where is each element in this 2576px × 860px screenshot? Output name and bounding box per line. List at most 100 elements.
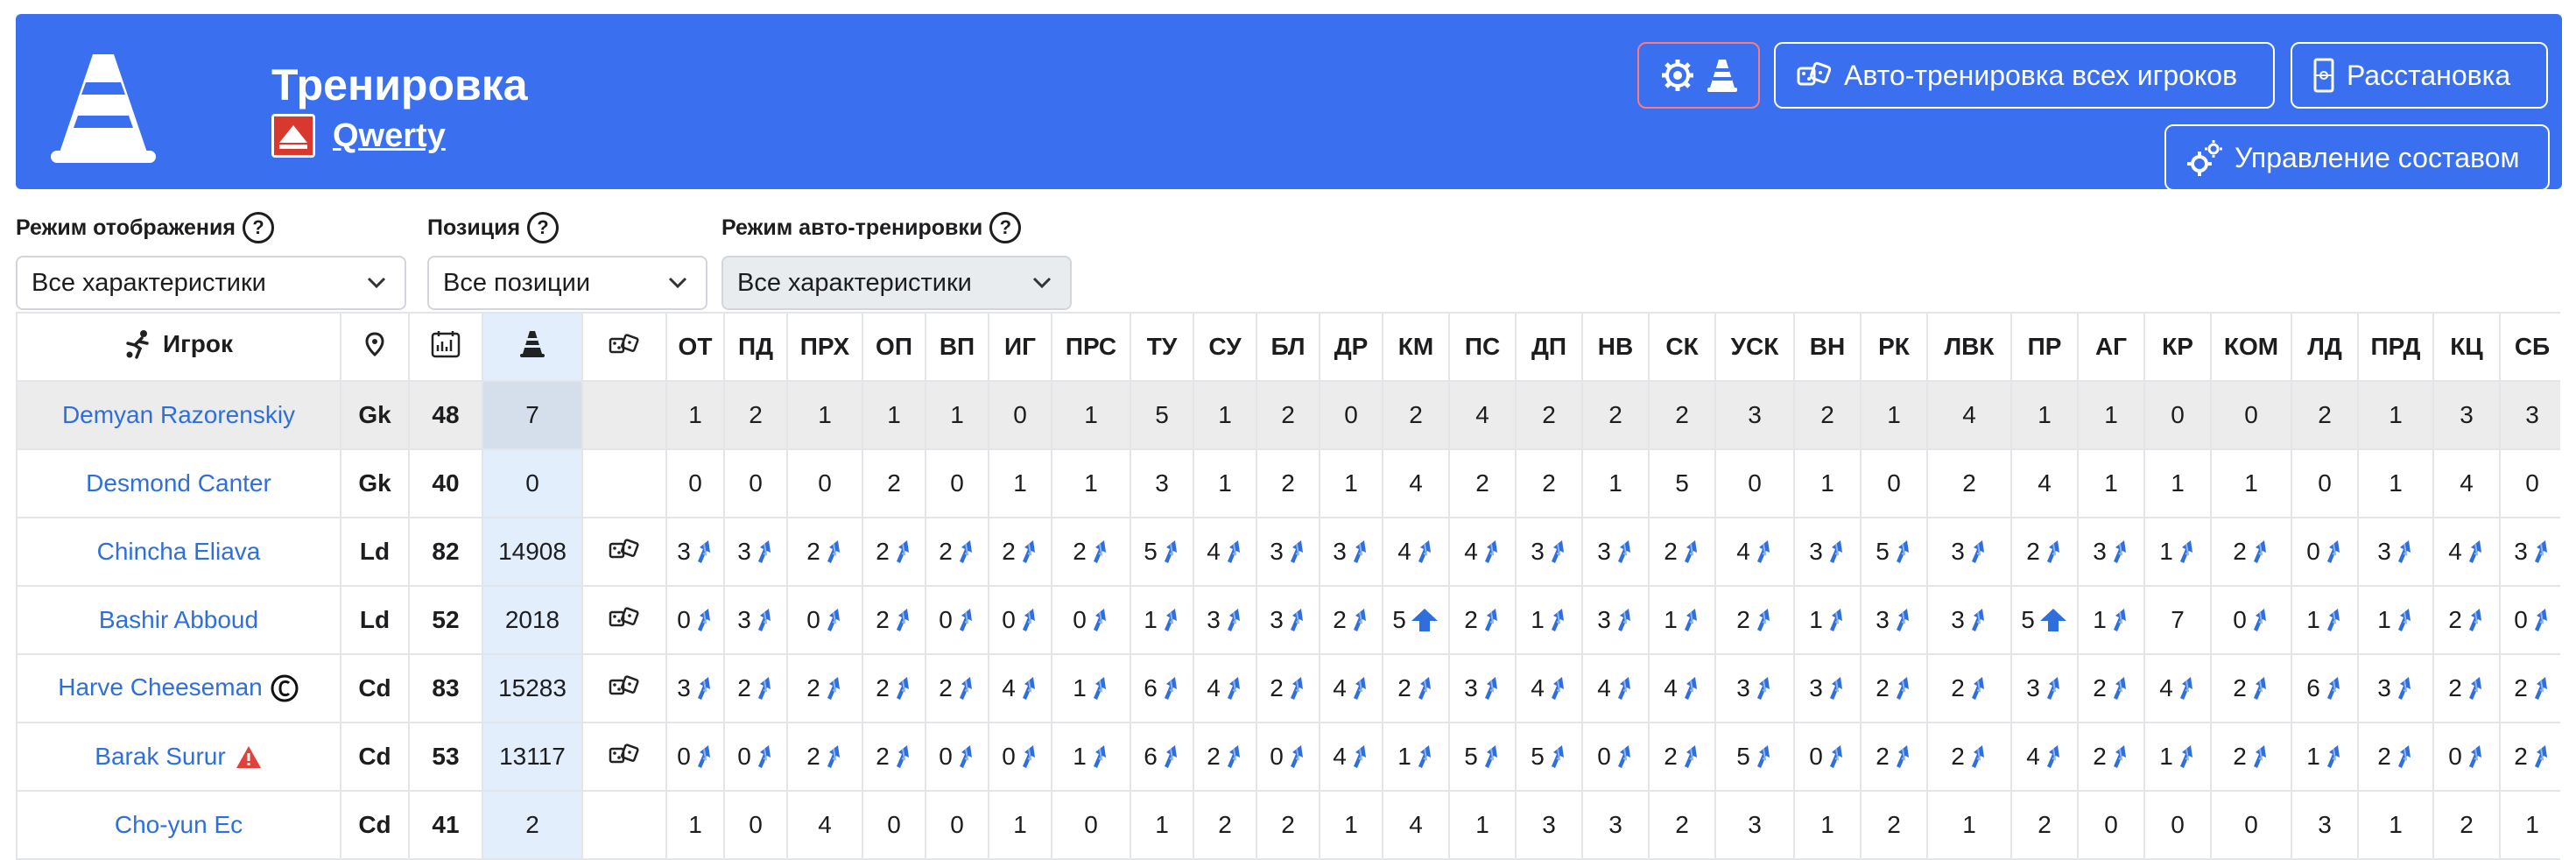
stat-cell[interactable]: 0 xyxy=(665,585,725,655)
stat-cell[interactable]: 2 xyxy=(2210,517,2292,587)
stat-column-header[interactable]: ПС xyxy=(1448,312,1517,382)
auto-train-all-button[interactable]: Авто-тренировка всех игроков xyxy=(1774,42,2275,109)
stat-cell[interactable]: 3 xyxy=(723,517,788,587)
stat-cell[interactable]: 0 xyxy=(1793,722,1862,792)
stat-cell[interactable]: 2 xyxy=(1714,585,1795,655)
stat-cell[interactable]: 1 xyxy=(1793,790,1862,860)
stat-cell[interactable]: 1 xyxy=(1051,722,1131,792)
stat-cell[interactable]: 4 xyxy=(2010,448,2079,518)
stat-cell[interactable]: 4 xyxy=(2143,653,2212,723)
table-row[interactable]: Bashir Abboud Ld 52 2018 0 3 0 2 0 0 0 1 3 3 2 5 2 1 3 1 2 1 3… xyxy=(16,585,2560,655)
stat-column-header[interactable]: КОМ xyxy=(2210,312,2292,382)
stat-cell[interactable]: 2 xyxy=(1860,722,1928,792)
stat-cell[interactable]: 1 xyxy=(1793,585,1862,655)
stat-cell[interactable]: 2 xyxy=(2210,653,2292,723)
stat-column-header[interactable]: ДП xyxy=(1515,312,1583,382)
stat-cell[interactable]: 1 xyxy=(1051,653,1131,723)
player-name-link[interactable]: Desmond Canter xyxy=(86,469,271,497)
stat-cell[interactable]: 1 xyxy=(2357,585,2434,655)
player-name-cell[interactable]: Bashir Abboud xyxy=(16,585,341,655)
stat-cell[interactable]: 5 xyxy=(1714,722,1795,792)
stat-cell[interactable]: 0 xyxy=(2432,722,2501,792)
stat-cell[interactable]: 0 xyxy=(925,790,989,860)
table-row[interactable]: Harve Cheeseman Cd 83 15283 3 2 2 2 2 4 1 6 4 2 4 2 3 4 4 4… xyxy=(16,653,2560,723)
stat-cell[interactable]: 4 xyxy=(1648,653,1716,723)
stat-cell[interactable]: 6 xyxy=(2291,653,2359,723)
stat-cell[interactable]: 3 xyxy=(1793,653,1862,723)
player-name-link[interactable]: Harve Cheeseman xyxy=(58,673,262,701)
stat-cell[interactable]: 1 xyxy=(665,380,725,450)
stat-cell[interactable]: 2 xyxy=(1648,517,1716,587)
stat-cell[interactable]: 0 xyxy=(2291,448,2359,518)
age-column-header[interactable] xyxy=(408,312,483,382)
stat-cell[interactable]: 0 xyxy=(2210,790,2292,860)
stat-cell[interactable]: 2 xyxy=(2291,380,2359,450)
stat-column-header[interactable]: АГ xyxy=(2077,312,2145,382)
stat-cell[interactable]: 0 xyxy=(925,585,989,655)
stat-cell[interactable]: 2 xyxy=(2499,653,2560,723)
stat-cell[interactable]: 3 xyxy=(1581,517,1650,587)
stat-cell[interactable]: 3 xyxy=(1793,517,1862,587)
stat-cell[interactable]: 3 xyxy=(2357,517,2434,587)
stat-cell[interactable]: 3 xyxy=(2291,790,2359,860)
stat-column-header[interactable]: СУ xyxy=(1193,312,1257,382)
stat-cell[interactable]: 3 xyxy=(2010,653,2079,723)
stat-cell[interactable]: 4 xyxy=(1319,653,1383,723)
stat-cell[interactable]: 1 xyxy=(1051,448,1131,518)
auto-mode-select[interactable]: Все характеристики xyxy=(721,256,1072,310)
stat-cell[interactable]: 2 xyxy=(1926,722,2012,792)
stat-cell[interactable]: 3 xyxy=(723,585,788,655)
stat-cell[interactable]: 0 xyxy=(988,380,1052,450)
stat-cell[interactable]: 3 xyxy=(1256,517,1320,587)
stat-cell[interactable]: 4 xyxy=(988,653,1052,723)
stat-cell[interactable]: 0 xyxy=(665,722,725,792)
stat-cell[interactable]: 2 xyxy=(1193,722,1257,792)
stat-cell[interactable]: 2 xyxy=(1648,790,1716,860)
stat-cell[interactable]: 3 xyxy=(1714,653,1795,723)
stat-cell[interactable]: 3 xyxy=(1926,585,2012,655)
stat-cell[interactable]: 2 xyxy=(786,653,863,723)
stat-cell[interactable]: 0 xyxy=(1860,448,1928,518)
stat-cell[interactable]: 1 xyxy=(2077,380,2145,450)
stat-cell[interactable]: 2 xyxy=(1648,380,1716,450)
stat-cell[interactable]: 2 xyxy=(2432,585,2501,655)
stat-column-header[interactable]: ВН xyxy=(1793,312,1862,382)
stat-cell[interactable]: 2 xyxy=(2077,653,2145,723)
stat-cell[interactable]: 0 xyxy=(723,722,788,792)
stat-cell[interactable]: 4 xyxy=(786,790,863,860)
stat-cell[interactable]: 0 xyxy=(2143,790,2212,860)
stat-cell[interactable]: 0 xyxy=(1256,722,1320,792)
stat-cell[interactable]: 0 xyxy=(1581,722,1650,792)
stat-cell[interactable]: 4 xyxy=(1382,448,1450,518)
stat-cell[interactable]: 1 xyxy=(2291,585,2359,655)
stat-cell[interactable]: 3 xyxy=(1926,517,2012,587)
stat-cell[interactable]: 4 xyxy=(1515,653,1583,723)
stat-cell[interactable]: 0 xyxy=(925,448,989,518)
stat-column-header[interactable]: ОТ xyxy=(665,312,725,382)
player-name-cell[interactable]: Harve Cheeseman xyxy=(16,653,341,723)
stat-cell[interactable]: 5 xyxy=(1130,517,1194,587)
auto-training-cell[interactable] xyxy=(581,380,667,450)
stat-cell[interactable]: 4 xyxy=(1714,517,1795,587)
stat-column-header[interactable]: КЦ xyxy=(2432,312,2501,382)
stat-cell[interactable]: 0 xyxy=(1051,790,1131,860)
stat-cell[interactable]: 3 xyxy=(1256,585,1320,655)
stat-cell[interactable]: 0 xyxy=(1714,448,1795,518)
stat-cell[interactable]: 1 xyxy=(2291,722,2359,792)
auto-training-cell[interactable] xyxy=(581,790,667,860)
player-name-link[interactable]: Demyan Razorenskiy xyxy=(62,401,295,428)
stat-cell[interactable]: 2 xyxy=(1256,380,1320,450)
auto-training-cell[interactable] xyxy=(581,585,667,655)
stat-cell[interactable]: 0 xyxy=(723,790,788,860)
stat-cell[interactable]: 1 xyxy=(1319,790,1383,860)
stat-cell[interactable]: 3 xyxy=(1515,517,1583,587)
formation-button[interactable]: Расстановка xyxy=(2291,42,2548,109)
stat-cell[interactable]: 2 xyxy=(2010,517,2079,587)
help-icon[interactable]: ? xyxy=(527,212,560,243)
stat-cell[interactable]: 0 xyxy=(2210,585,2292,655)
stat-cell[interactable]: 1 xyxy=(1193,448,1257,518)
stat-cell[interactable]: 3 xyxy=(2499,380,2560,450)
stat-cell[interactable]: 2 xyxy=(2077,722,2145,792)
player-name-cell[interactable]: Demyan Razorenskiy xyxy=(16,380,341,450)
stat-cell[interactable]: 7 xyxy=(2143,585,2212,655)
